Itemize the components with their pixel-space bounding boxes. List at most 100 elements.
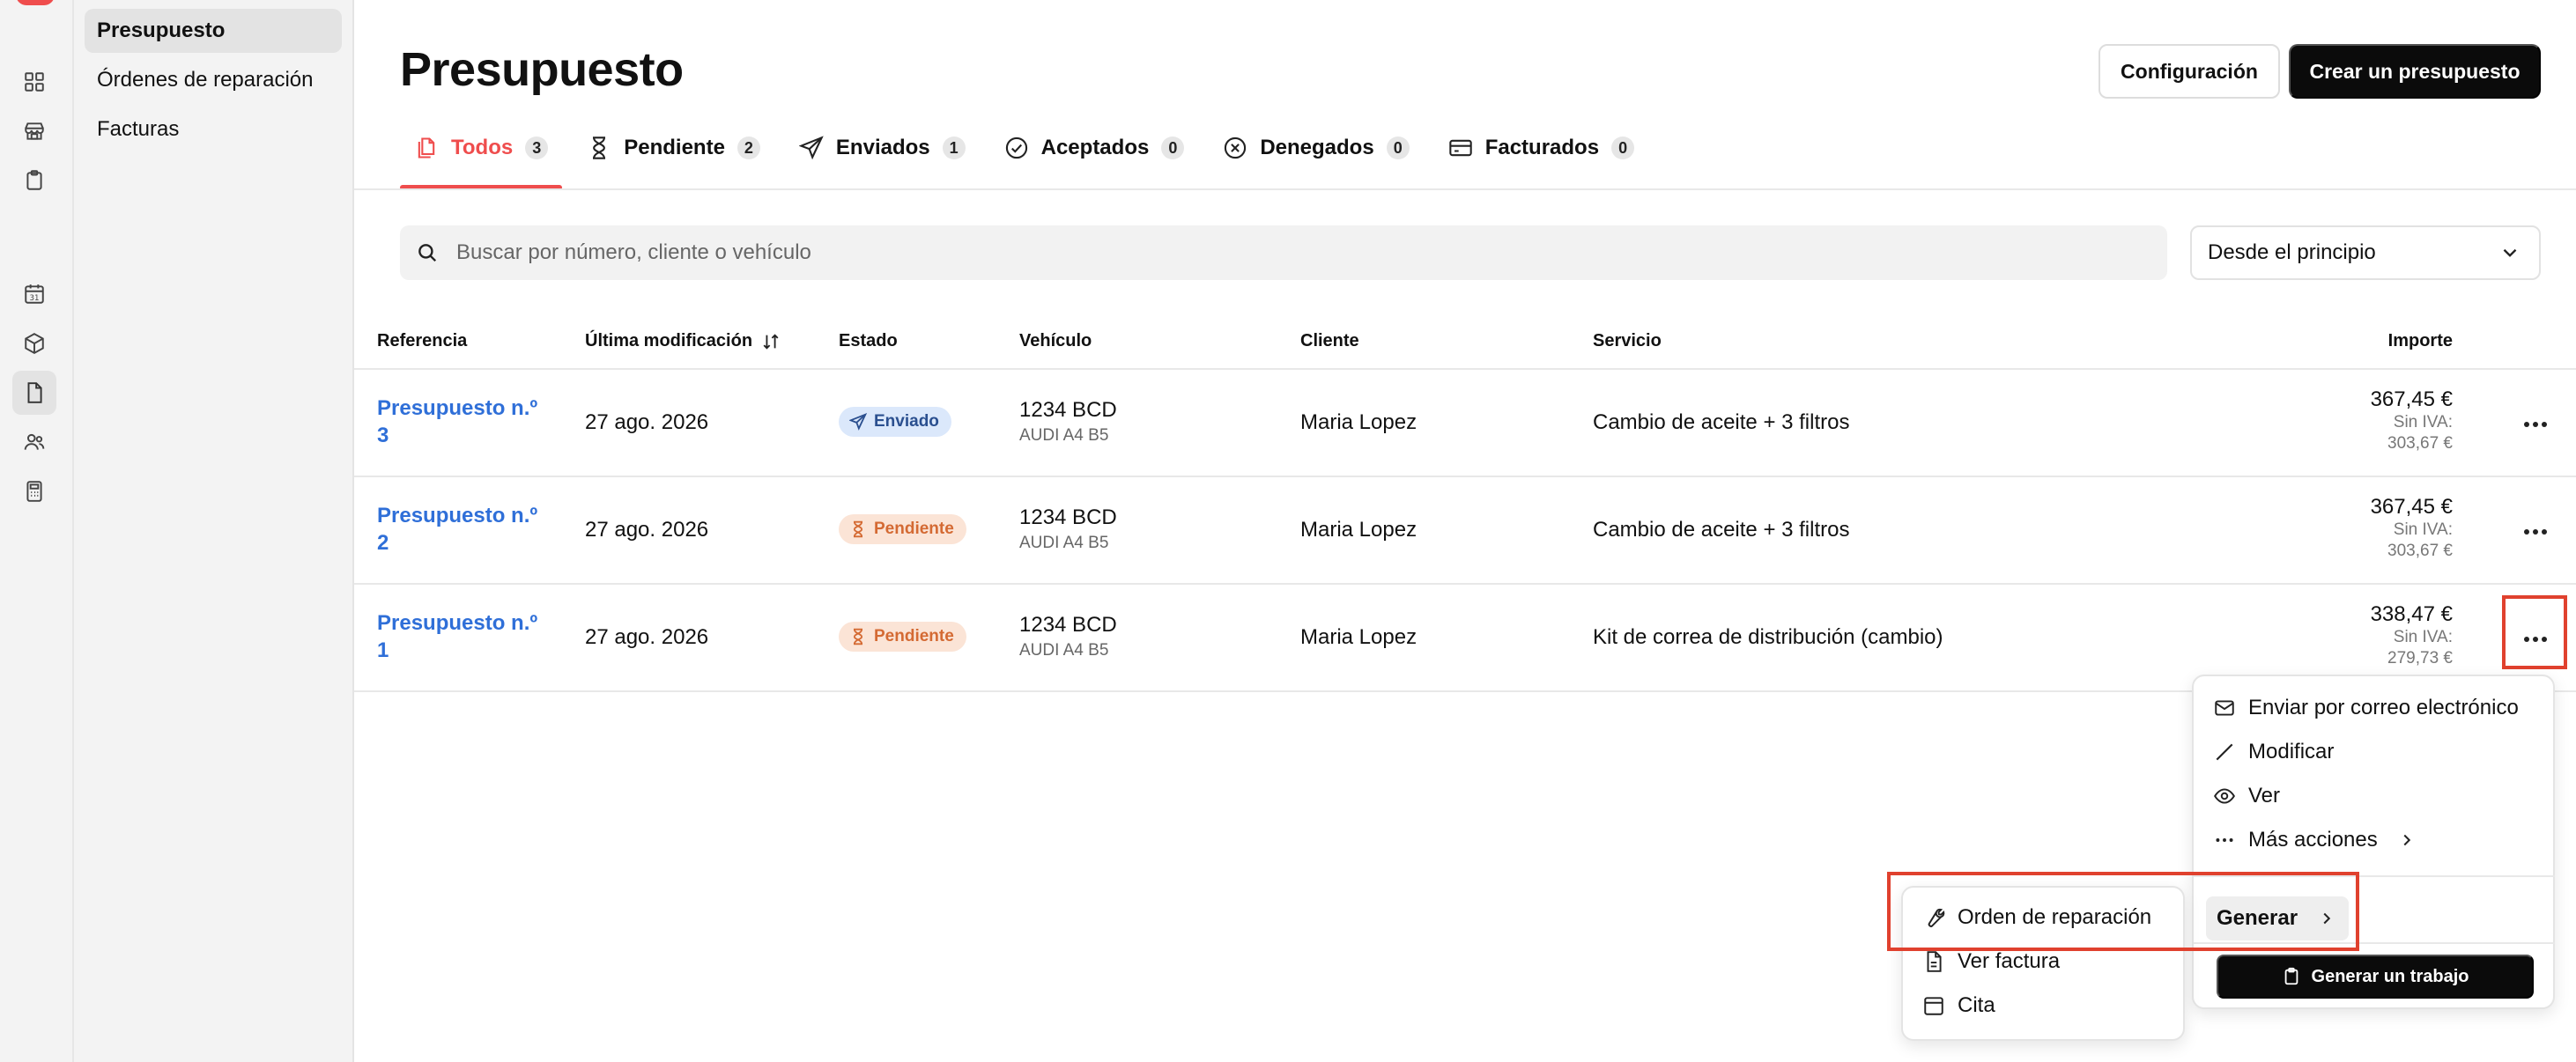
amount-net-label: Sin IVA: xyxy=(2393,413,2453,431)
status-cell: Pendiente xyxy=(839,622,966,652)
column-header-date-label: Última modificación xyxy=(585,331,753,350)
more-horizontal-icon xyxy=(2524,422,2547,427)
row-actions-button[interactable] xyxy=(2518,407,2553,442)
sort-icon xyxy=(763,333,779,350)
menu-item-email[interactable]: Enviar por correo electrónico xyxy=(2213,696,2519,720)
clipboard-icon xyxy=(2284,967,2298,985)
page-title: Presupuesto xyxy=(400,43,684,96)
column-header-ref[interactable]: Referencia xyxy=(377,331,467,351)
dashboard-nav-button[interactable] xyxy=(12,60,56,104)
menu-item-more-actions[interactable]: Más acciones xyxy=(2213,828,2417,852)
amount-cell: 338,47 € Sin IVA: 279,73 € xyxy=(2371,602,2453,669)
tab-todos[interactable]: Todos 3 xyxy=(400,123,563,190)
tab-label: Aceptados xyxy=(1040,136,1150,159)
table-row[interactable]: Presupuesto n.º 3 27 ago. 2026 Enviado 1… xyxy=(354,370,2576,477)
amount-total: 367,45 € xyxy=(2370,495,2453,519)
column-header-date[interactable]: Última modificación xyxy=(585,331,781,351)
hourglass-icon xyxy=(853,520,863,538)
highlight-generate-repair-order xyxy=(1887,872,2359,951)
send-icon xyxy=(849,413,867,431)
submenu-item-invoice[interactable]: Ver factura xyxy=(1922,949,2060,974)
clipboard-nav-button[interactable] xyxy=(12,159,56,203)
generate-job-label: Generar un trabajo xyxy=(2311,966,2469,986)
vehicle-model: AUDI A4 B5 xyxy=(1019,641,1109,660)
tab-label: Facturados xyxy=(1484,136,1600,159)
menu-item-edit[interactable]: Modificar xyxy=(2213,740,2334,764)
tab-label: Enviados xyxy=(835,136,930,159)
quote-reference-link[interactable]: Presupuesto n.º 3 xyxy=(377,395,553,449)
more-horizontal-icon xyxy=(2524,529,2547,535)
tab-count: 3 xyxy=(525,136,549,159)
check-circle-icon xyxy=(1005,136,1027,159)
create-quote-button[interactable]: Crear un presupuesto xyxy=(2289,44,2541,99)
tab-label: Pendiente xyxy=(624,136,725,159)
table-row[interactable]: Presupuesto n.º 2 27 ago. 2026 Pendiente… xyxy=(354,477,2576,585)
box-icon xyxy=(25,333,44,354)
quote-reference-link[interactable]: Presupuesto n.º 1 xyxy=(377,609,553,664)
hourglass-icon xyxy=(853,628,863,645)
amount-net: 279,73 € xyxy=(2387,649,2453,667)
vehicle-plate: 1234 BCD xyxy=(1019,398,1117,422)
amount-net: 303,67 € xyxy=(2387,434,2453,453)
search-icon xyxy=(418,244,437,262)
service-description: Cambio de aceite + 3 filtros xyxy=(1593,518,1850,542)
menu-item-label: Ver xyxy=(2248,784,2281,808)
column-header-vehiculo: Vehículo xyxy=(1019,331,1092,350)
row-actions-button[interactable] xyxy=(2518,514,2553,549)
quotes-nav-button[interactable] xyxy=(12,371,56,415)
amount-cell: 367,45 € Sin IVA: 303,67 € xyxy=(2371,495,2453,562)
app-logo[interactable] xyxy=(16,0,55,5)
customer-name: Maria Lopez xyxy=(1300,625,1418,649)
sidebar: Presupuesto Órdenes de reparación Factur… xyxy=(74,0,354,1062)
search-bar[interactable] xyxy=(400,225,2167,280)
inventory-nav-button[interactable] xyxy=(12,321,56,365)
menu-item-view[interactable]: Ver xyxy=(2213,784,2280,808)
column-header-cliente: Cliente xyxy=(1300,331,1359,350)
pencil-icon xyxy=(2216,743,2233,761)
menu-item-label: Modificar xyxy=(2248,740,2335,763)
tab-count: 2 xyxy=(737,136,760,159)
customers-nav-button[interactable] xyxy=(12,420,56,464)
modified-date: 27 ago. 2026 xyxy=(585,410,709,434)
tab-facturados[interactable]: Facturados 0 xyxy=(1434,123,1648,173)
eye-icon xyxy=(2214,788,2235,804)
status-label: Enviado xyxy=(874,412,939,431)
quote-reference-link[interactable]: Presupuesto n.º 2 xyxy=(377,502,553,557)
amount-cell: 367,45 € Sin IVA: 303,67 € xyxy=(2371,387,2453,454)
sidebar-item-presupuesto[interactable]: Presupuesto xyxy=(85,9,342,53)
customer-name: Maria Lopez xyxy=(1300,410,1418,434)
amount-net-label: Sin IVA: xyxy=(2393,520,2453,539)
column-header-importe: Importe xyxy=(2387,331,2453,350)
tab-enviados[interactable]: Enviados 1 xyxy=(785,123,980,173)
clipboard-icon xyxy=(26,170,42,190)
search-input[interactable] xyxy=(456,240,2130,265)
tab-aceptados[interactable]: Aceptados 0 xyxy=(990,123,1199,173)
sidebar-item-label: Órdenes de reparación xyxy=(97,68,314,92)
sidebar-item-ordenes[interactable]: Órdenes de reparación xyxy=(85,58,342,102)
calculator-nav-button[interactable] xyxy=(12,469,56,513)
sidebar-item-facturas[interactable]: Facturas xyxy=(85,107,342,151)
documents-icon xyxy=(418,137,435,159)
file-text-icon xyxy=(1927,951,1942,972)
svg-text:31: 31 xyxy=(29,294,39,303)
sidebar-item-label: Presupuesto xyxy=(97,18,226,42)
date-range-select[interactable]: Desde el principio xyxy=(2190,225,2541,280)
tabs-divider xyxy=(354,188,2576,190)
calendar-nav-button[interactable]: 31 xyxy=(12,272,56,316)
grid-icon xyxy=(25,72,44,92)
tab-pendiente[interactable]: Pendiente 2 xyxy=(573,123,774,173)
tab-denegados[interactable]: Denegados 0 xyxy=(1209,123,1423,173)
column-header-servicio: Servicio xyxy=(1593,331,1662,350)
send-icon xyxy=(798,136,824,160)
generate-job-button[interactable]: Generar un trabajo xyxy=(2217,955,2534,999)
submenu-item-appointment[interactable]: Cita xyxy=(1922,993,1995,1018)
calculator-icon xyxy=(26,481,42,502)
modified-date: 27 ago. 2026 xyxy=(585,625,709,649)
store-nav-button[interactable] xyxy=(12,109,56,153)
settings-button[interactable]: Configuración xyxy=(2099,44,2280,99)
service-description: Kit de correa de distribución (cambio) xyxy=(1593,625,1943,649)
chevron-right-icon xyxy=(2403,834,2410,846)
status-label: Pendiente xyxy=(874,627,954,645)
service-description: Cambio de aceite + 3 filtros xyxy=(1593,410,1850,434)
amount-total: 338,47 € xyxy=(2370,602,2453,626)
